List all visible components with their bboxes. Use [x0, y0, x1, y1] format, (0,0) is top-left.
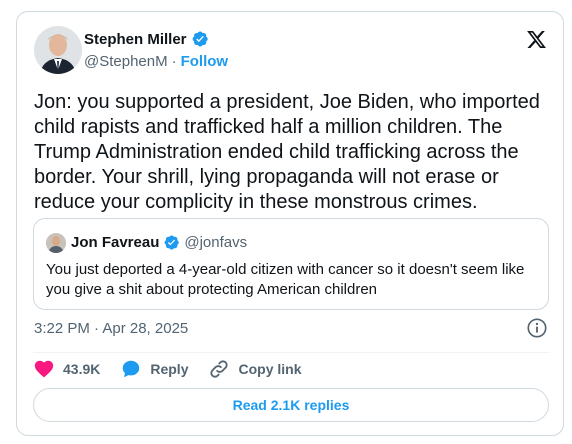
- author-handle-row: @StephenM · Follow: [84, 53, 228, 70]
- tweet-card: Stephen Miller @StephenM · Follow Jon: y…: [16, 11, 564, 436]
- reply-button[interactable]: Reply: [120, 358, 188, 380]
- action-bar: 43.9K Reply Copy link: [33, 356, 322, 382]
- author-name-row: Stephen Miller: [84, 30, 209, 48]
- like-button[interactable]: 43.9K: [33, 358, 100, 380]
- quoted-tweet[interactable]: Jon Favreau @jonfavs You just deported a…: [33, 218, 549, 310]
- link-icon: [210, 360, 229, 378]
- quoted-author-avatar[interactable]: [46, 233, 66, 253]
- info-icon[interactable]: [526, 317, 548, 339]
- author-name[interactable]: Stephen Miller: [84, 31, 187, 48]
- verified-badge-icon: [192, 31, 208, 47]
- quoted-header: Jon Favreau @jonfavs: [71, 234, 247, 251]
- heart-icon: [34, 360, 54, 378]
- copy-link-button[interactable]: Copy link: [208, 358, 302, 380]
- quoted-author-name[interactable]: Jon Favreau: [71, 234, 159, 251]
- quoted-author-handle[interactable]: @jonfavs: [184, 234, 247, 251]
- reply-label: Reply: [150, 361, 189, 377]
- like-count: 43.9K: [63, 361, 101, 377]
- read-replies-button[interactable]: Read 2.1K replies: [33, 388, 549, 422]
- actions-divider: [33, 352, 549, 353]
- reply-bubble-icon: [123, 360, 140, 378]
- tweet-timestamp[interactable]: 3:22 PM · Apr 28, 2025: [34, 320, 188, 337]
- quoted-tweet-text: You just deported a 4-year-old citizen w…: [46, 261, 525, 298]
- verified-badge-icon: [164, 235, 180, 250]
- copy-link-label: Copy link: [238, 361, 302, 377]
- author-handle[interactable]: @StephenM: [84, 53, 168, 70]
- handle-separator: ·: [171, 53, 177, 70]
- author-avatar[interactable]: [34, 26, 82, 74]
- follow-button[interactable]: Follow: [181, 53, 229, 70]
- tweet-text: Jon: you supported a president, Joe Bide…: [34, 91, 540, 213]
- x-logo-icon[interactable]: [525, 29, 548, 50]
